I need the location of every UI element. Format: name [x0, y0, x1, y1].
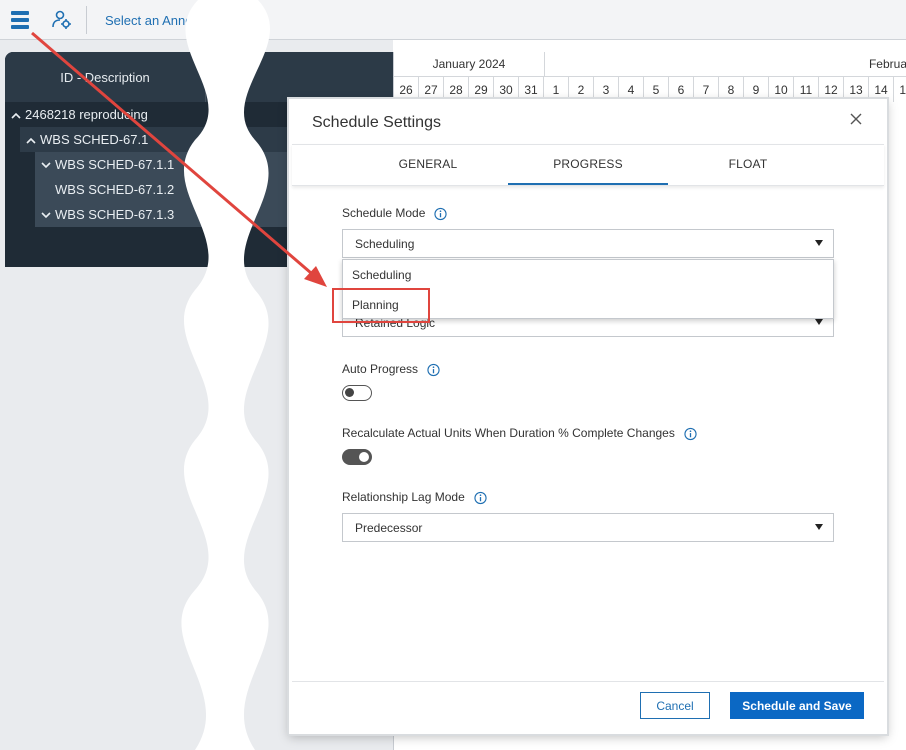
lag-mode-select[interactable]: Predecessor: [342, 513, 834, 542]
recalculate-label-text: Recalculate Actual Units When Duration %…: [342, 426, 675, 440]
annotation-highlight-box: [332, 288, 430, 323]
annotation-selector[interactable]: Select an Annotatio: [105, 13, 217, 28]
close-icon[interactable]: [847, 111, 865, 129]
lag-mode-label-text: Relationship Lag Mode: [342, 490, 465, 504]
caret-down-icon: [815, 240, 823, 246]
schedule-and-save-button[interactable]: Schedule and Save: [730, 692, 864, 719]
auto-progress-label: Auto Progress: [342, 362, 440, 376]
gantt-timeline-header: January 2024 Februa 26 27 28 29 30 31 1 2 3 4 5 6 7 8…: [393, 52, 906, 102]
tree-row-label: WBS SCHED-67.1.1: [55, 157, 175, 172]
toggle-knob: [345, 388, 354, 397]
recalculate-toggle[interactable]: [342, 449, 372, 465]
chevron-up-icon[interactable]: [24, 132, 38, 147]
month-label: January 2024: [394, 52, 545, 77]
recalculate-label: Recalculate Actual Units When Duration %…: [342, 426, 697, 440]
auto-progress-label-text: Auto Progress: [342, 362, 419, 376]
option-scheduling[interactable]: Scheduling: [343, 260, 833, 290]
caret-down-icon: [815, 524, 823, 530]
tab-float[interactable]: FLOAT: [668, 145, 828, 183]
schedule-mode-label: Schedule Mode: [342, 206, 448, 220]
toolbar-divider: [86, 6, 87, 34]
info-icon[interactable]: [474, 491, 487, 504]
schedule-mode-label-text: Schedule Mode: [342, 206, 426, 220]
tree-row-label: WBS SCHED-67.1: [40, 132, 149, 147]
cancel-button[interactable]: Cancel: [640, 692, 710, 719]
schedule-mode-select[interactable]: Scheduling: [342, 229, 834, 258]
info-icon[interactable]: [434, 207, 448, 220]
chevron-down-icon[interactable]: [39, 157, 53, 172]
info-icon[interactable]: [684, 427, 697, 440]
tree-row-label: WBS SCHED-67.1.2: [55, 182, 175, 197]
lag-mode-label: Relationship Lag Mode: [342, 490, 487, 504]
chevron-up-icon[interactable]: [9, 107, 23, 122]
chevron-down-icon[interactable]: [39, 207, 53, 222]
schedule-settings-dialog: Schedule Settings GENERAL PROGRESS FLOAT…: [289, 99, 887, 734]
settings-user-icon[interactable]: [50, 8, 74, 32]
lag-mode-value: Predecessor: [355, 520, 423, 535]
toggle-knob: [359, 452, 369, 462]
dialog-title: Schedule Settings: [312, 114, 441, 131]
toolbar: Select an Annotatio: [0, 0, 906, 40]
tab-general[interactable]: GENERAL: [348, 145, 508, 183]
info-icon[interactable]: [427, 363, 440, 376]
tree-row-label: WBS SCHED-67.1.3: [55, 207, 175, 222]
tree-row-label: 2468218 reproducing: [25, 107, 148, 122]
column-header-id-description[interactable]: ID - Description: [5, 52, 205, 102]
list-icon[interactable]: [9, 8, 33, 32]
settings-tabs: GENERAL PROGRESS FLOAT: [292, 144, 884, 186]
column-header-extra[interactable]: [205, 52, 394, 102]
month-label: Februa: [545, 52, 906, 77]
tab-progress[interactable]: PROGRESS: [508, 145, 668, 185]
day-cell: 15: [894, 77, 906, 102]
auto-progress-toggle[interactable]: [342, 385, 372, 401]
schedule-mode-value: Scheduling: [355, 236, 415, 251]
